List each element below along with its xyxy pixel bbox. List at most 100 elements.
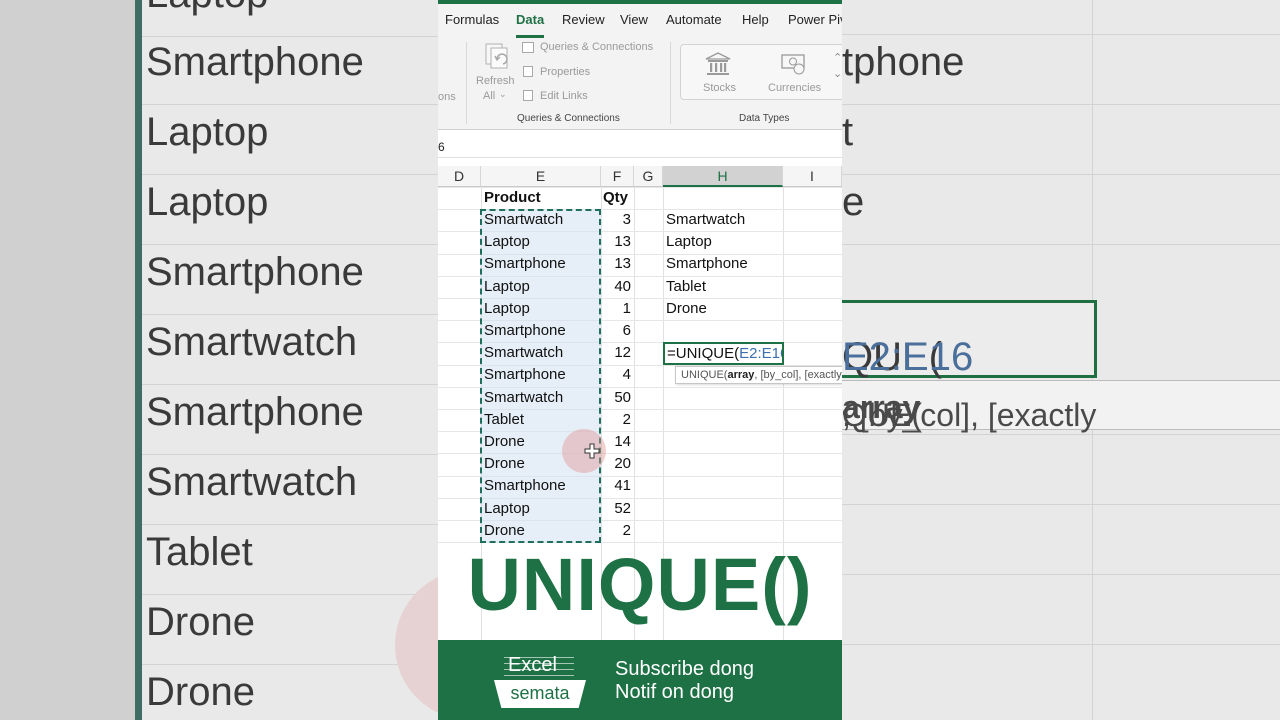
column-header-e[interactable]: E [481, 166, 601, 187]
bg-row-line [842, 574, 1280, 575]
qty-cell[interactable]: 13 [601, 253, 631, 275]
bg-row-line [142, 314, 438, 315]
bg-row-line [842, 644, 1280, 645]
unique-result-cell[interactable]: Drone [666, 298, 707, 320]
refresh-all-icon[interactable] [484, 42, 512, 72]
tab-data[interactable]: Data [516, 12, 544, 27]
refresh-all-label[interactable]: Refresh [476, 75, 515, 87]
unique-result-cell[interactable]: Smartphone [666, 253, 748, 275]
tab-automate[interactable]: Automate [666, 12, 722, 27]
qty-cell[interactable]: 41 [601, 475, 631, 497]
queries-connections-button[interactable]: Queries & Connections [540, 41, 653, 53]
bg-selection-edge [135, 0, 142, 720]
stocks-button[interactable]: Stocks [703, 82, 736, 94]
product-cell[interactable]: Laptop [484, 498, 530, 520]
bg-row-line [142, 384, 438, 385]
qty-cell[interactable]: 1 [601, 298, 631, 320]
column-header-i[interactable]: I [783, 166, 842, 187]
group-datatypes-label: Data Types [739, 113, 790, 124]
formula-prefix: =UNIQUE( [667, 345, 740, 362]
product-cell[interactable]: Drone [484, 520, 525, 542]
product-cell[interactable]: Tablet [484, 409, 524, 431]
tooltip-rest: , [by_col], [exactly [754, 369, 842, 381]
refresh-all-label-2[interactable]: All [483, 90, 495, 102]
product-cell[interactable]: Smartphone [484, 364, 566, 386]
qty-cell[interactable]: 4 [601, 364, 631, 386]
tab-review[interactable]: Review [562, 12, 605, 27]
header-product[interactable]: Product [484, 187, 541, 209]
qty-cell[interactable]: 2 [601, 409, 631, 431]
qty-cell[interactable]: 2 [601, 520, 631, 542]
bg-row-line [142, 594, 438, 595]
gallery-scroll-down-icon[interactable]: ⌄ [833, 67, 842, 80]
bg-row-line [142, 244, 438, 245]
group-queries-label: Queries & Connections [517, 113, 620, 124]
bg-left-word: Smartphone [146, 40, 364, 84]
unique-result-cell[interactable]: Tablet [666, 276, 706, 298]
function-tooltip[interactable]: UNIQUE(array, [by_col], [exactly [675, 366, 842, 384]
currencies-button[interactable]: Currencies [768, 82, 821, 94]
column-header-g[interactable]: G [634, 166, 663, 187]
product-cell[interactable]: Drone [484, 431, 525, 453]
unique-result-cell[interactable]: Laptop [666, 231, 712, 253]
chevron-down-icon[interactable]: ⌄ [499, 89, 507, 100]
qty-cell[interactable]: 13 [601, 231, 631, 253]
tooltip-fn: UNIQUE( [681, 369, 728, 381]
qty-cell[interactable]: 3 [601, 209, 631, 231]
header-qty[interactable]: Qty [603, 187, 628, 209]
product-cell[interactable]: Laptop [484, 298, 530, 320]
gallery-scroll-up-icon[interactable]: ⌃ [833, 51, 842, 64]
edit-links-button[interactable]: Edit Links [540, 90, 588, 102]
column-header-f[interactable]: F [601, 166, 634, 187]
active-edit-cell[interactable]: =UNIQUE(E2:E16 [663, 342, 784, 365]
qty-cell[interactable]: 12 [601, 342, 631, 364]
tab-formulas[interactable]: Formulas [445, 12, 499, 27]
currencies-icon[interactable] [779, 51, 809, 77]
unique-result-cell[interactable]: Smartwatch [666, 209, 745, 231]
bg-row-line [142, 104, 438, 105]
column-header-d[interactable]: D [438, 166, 481, 187]
product-cell[interactable]: Laptop [484, 276, 530, 298]
background-right: tphone t e QUE(E2:E16 QUE(array, [by_col],… [842, 0, 1280, 720]
bg-right-word: t [842, 110, 854, 154]
qty-cell[interactable]: 50 [601, 387, 631, 409]
stocks-icon[interactable] [703, 51, 733, 77]
logo-line [504, 669, 574, 670]
bg-left-word: Smartwatch [146, 320, 358, 364]
edit-links-icon [523, 90, 533, 101]
column-header-h[interactable]: H [663, 166, 783, 187]
logo-line [504, 675, 574, 676]
qty-cell[interactable]: 6 [601, 320, 631, 342]
product-cell[interactable]: Smartphone [484, 253, 566, 275]
qty-cell[interactable]: 40 [601, 276, 631, 298]
product-cell[interactable]: Smartwatch [484, 342, 563, 364]
product-cell[interactable]: Smartwatch [484, 209, 563, 231]
logo-line [504, 663, 574, 664]
qty-cell[interactable]: 52 [601, 498, 631, 520]
properties-button[interactable]: Properties [540, 66, 590, 78]
tab-power-pivot[interactable]: Power Piv [788, 12, 842, 27]
video-title: UNIQUE() [467, 543, 813, 626]
bg-left-word: Drone [146, 600, 255, 644]
ribbon-separator [670, 42, 671, 124]
logo-semata-text: semata [510, 683, 570, 703]
product-cell[interactable]: Laptop [484, 231, 530, 253]
tab-help[interactable]: Help [742, 12, 769, 27]
tab-view[interactable]: View [620, 12, 648, 27]
properties-icon [523, 66, 533, 77]
product-cell[interactable]: Drone [484, 453, 525, 475]
bg-row-line [842, 104, 1280, 105]
product-cell[interactable]: Smartwatch [484, 387, 563, 409]
bg-left-word: Laptop [146, 110, 269, 154]
menu-bar: Formulas Data Review View Automate Help … [438, 0, 842, 38]
product-cell[interactable]: Smartphone [484, 475, 566, 497]
clipped-ribbon-label: ons [438, 91, 456, 103]
bg-formula-ref: E2:E16 [842, 335, 974, 379]
bg-row-line [142, 174, 438, 175]
bg-right-word: tphone [842, 40, 965, 84]
bg-row-line [842, 244, 1280, 245]
formula-bar[interactable]: 6 [438, 136, 842, 158]
data-types-gallery: Stocks Currencies ⌃ ⌄ [680, 44, 842, 100]
qty-cell[interactable]: 20 [601, 453, 631, 475]
product-cell[interactable]: Smartphone [484, 320, 566, 342]
